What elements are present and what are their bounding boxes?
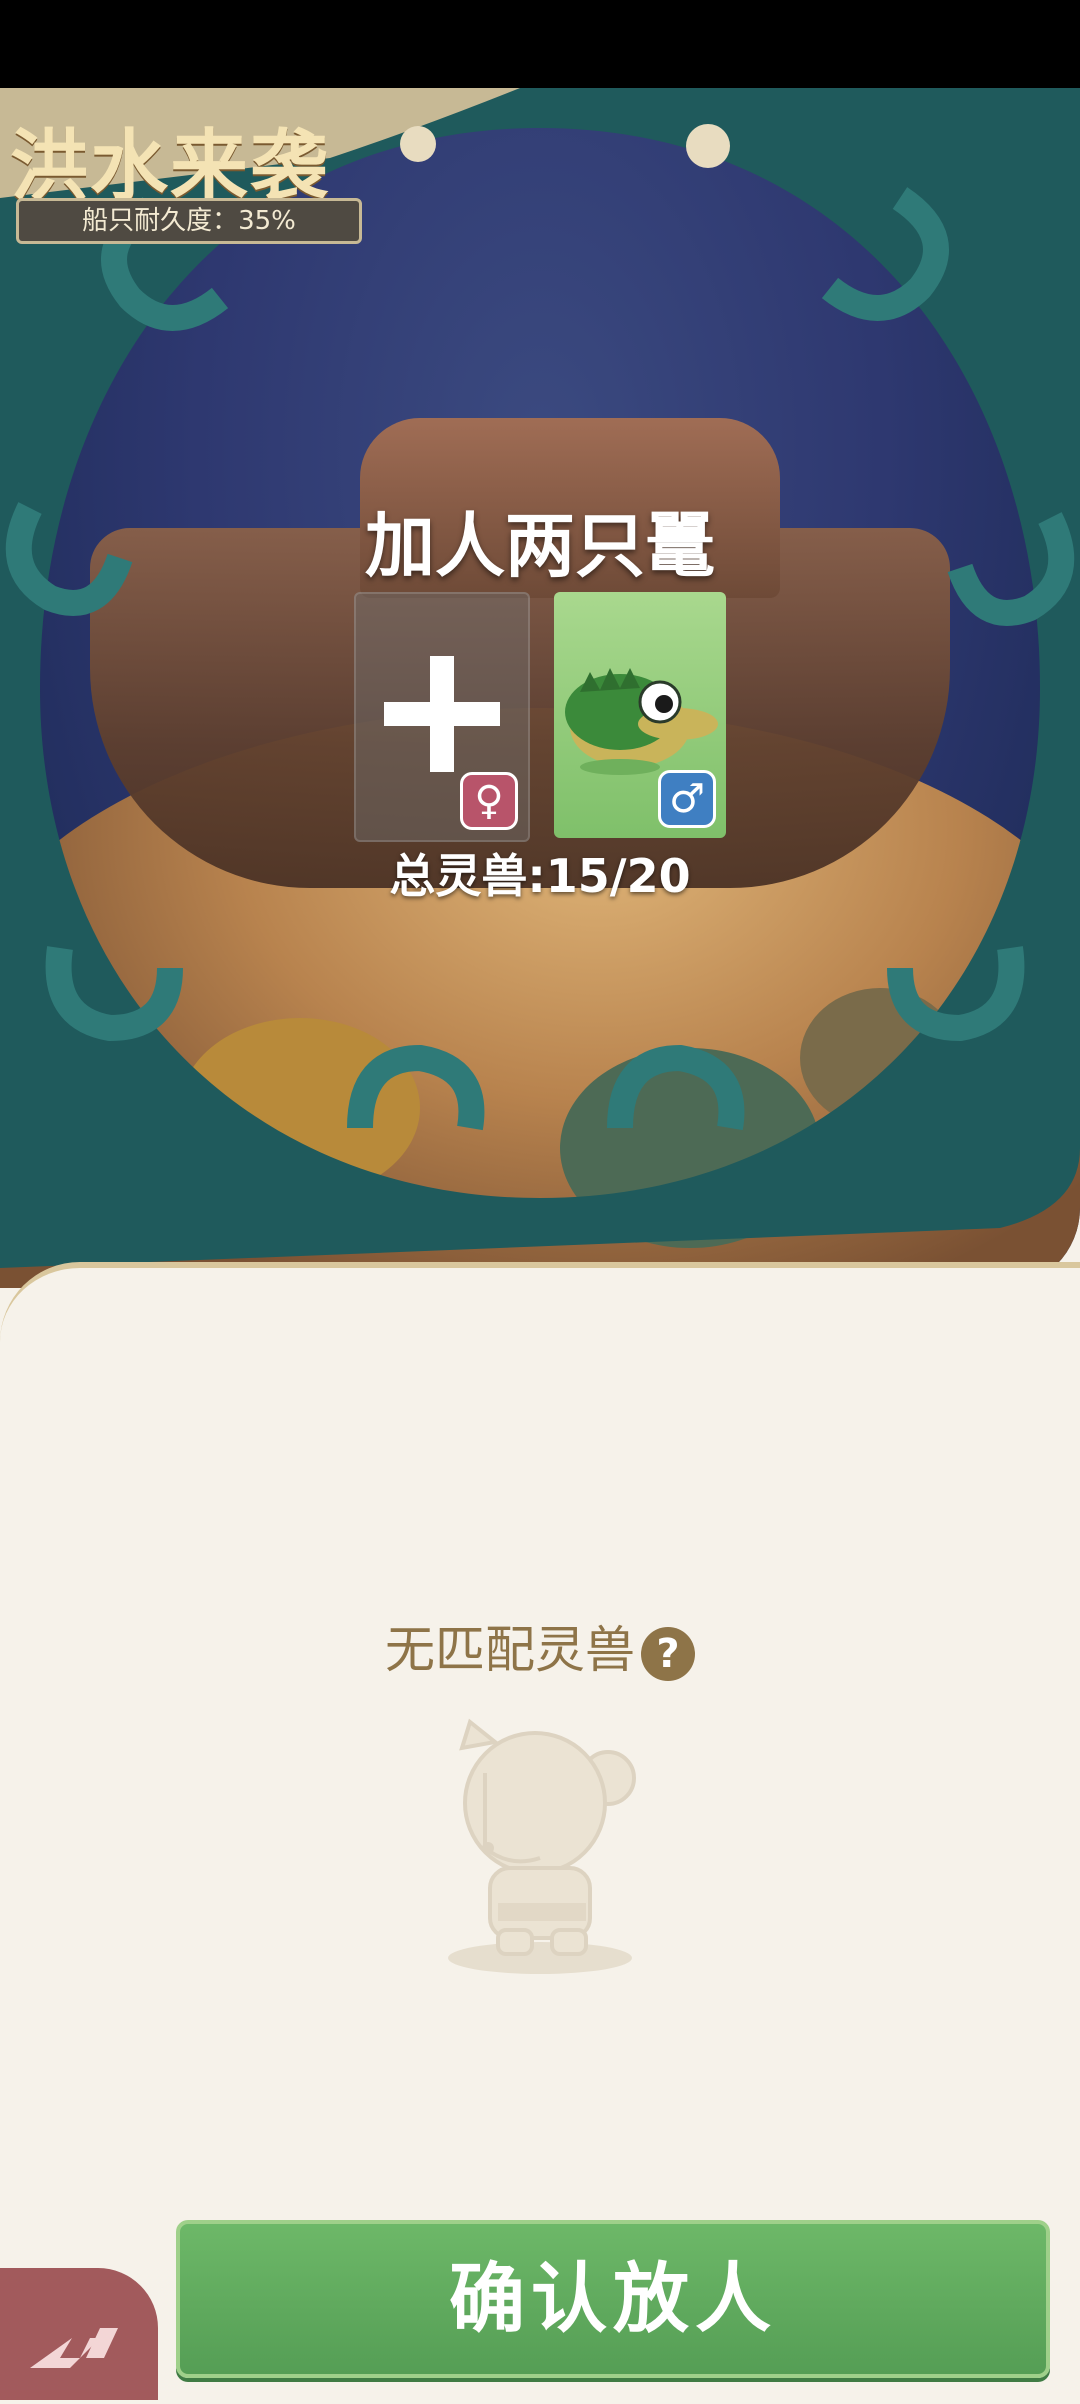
plus-icon (384, 656, 500, 772)
status-bar (0, 0, 1080, 88)
ship-durability-label: 船只耐久度：35% (16, 198, 362, 244)
no-match-label: 无匹配灵兽 (385, 1621, 635, 1679)
question-mark-icon[interactable]: ? (641, 1626, 695, 1681)
filled-male-slot[interactable]: ♂ (554, 592, 726, 838)
empty-state-text: 无匹配灵兽? (0, 1610, 1080, 1682)
back-button[interactable] (0, 2268, 158, 2400)
total-spirit-beasts-count: 总灵兽:15/20 (389, 849, 691, 903)
female-icon: ♀ (460, 772, 518, 830)
add-pair-title: 加人两只鼍 (365, 505, 715, 587)
male-icon: ♂ (658, 770, 716, 828)
confirm-place-button[interactable]: 确认放人 (176, 2220, 1050, 2378)
flood-scene-illustration (0, 88, 1080, 1288)
crocodile-creature-icon (565, 668, 718, 775)
empty-female-slot[interactable]: ♀ (354, 592, 530, 842)
back-arrow-icon (30, 2328, 118, 2368)
empty-mascot-icon (448, 1718, 636, 1974)
bottom-sheet (0, 1262, 1080, 1348)
